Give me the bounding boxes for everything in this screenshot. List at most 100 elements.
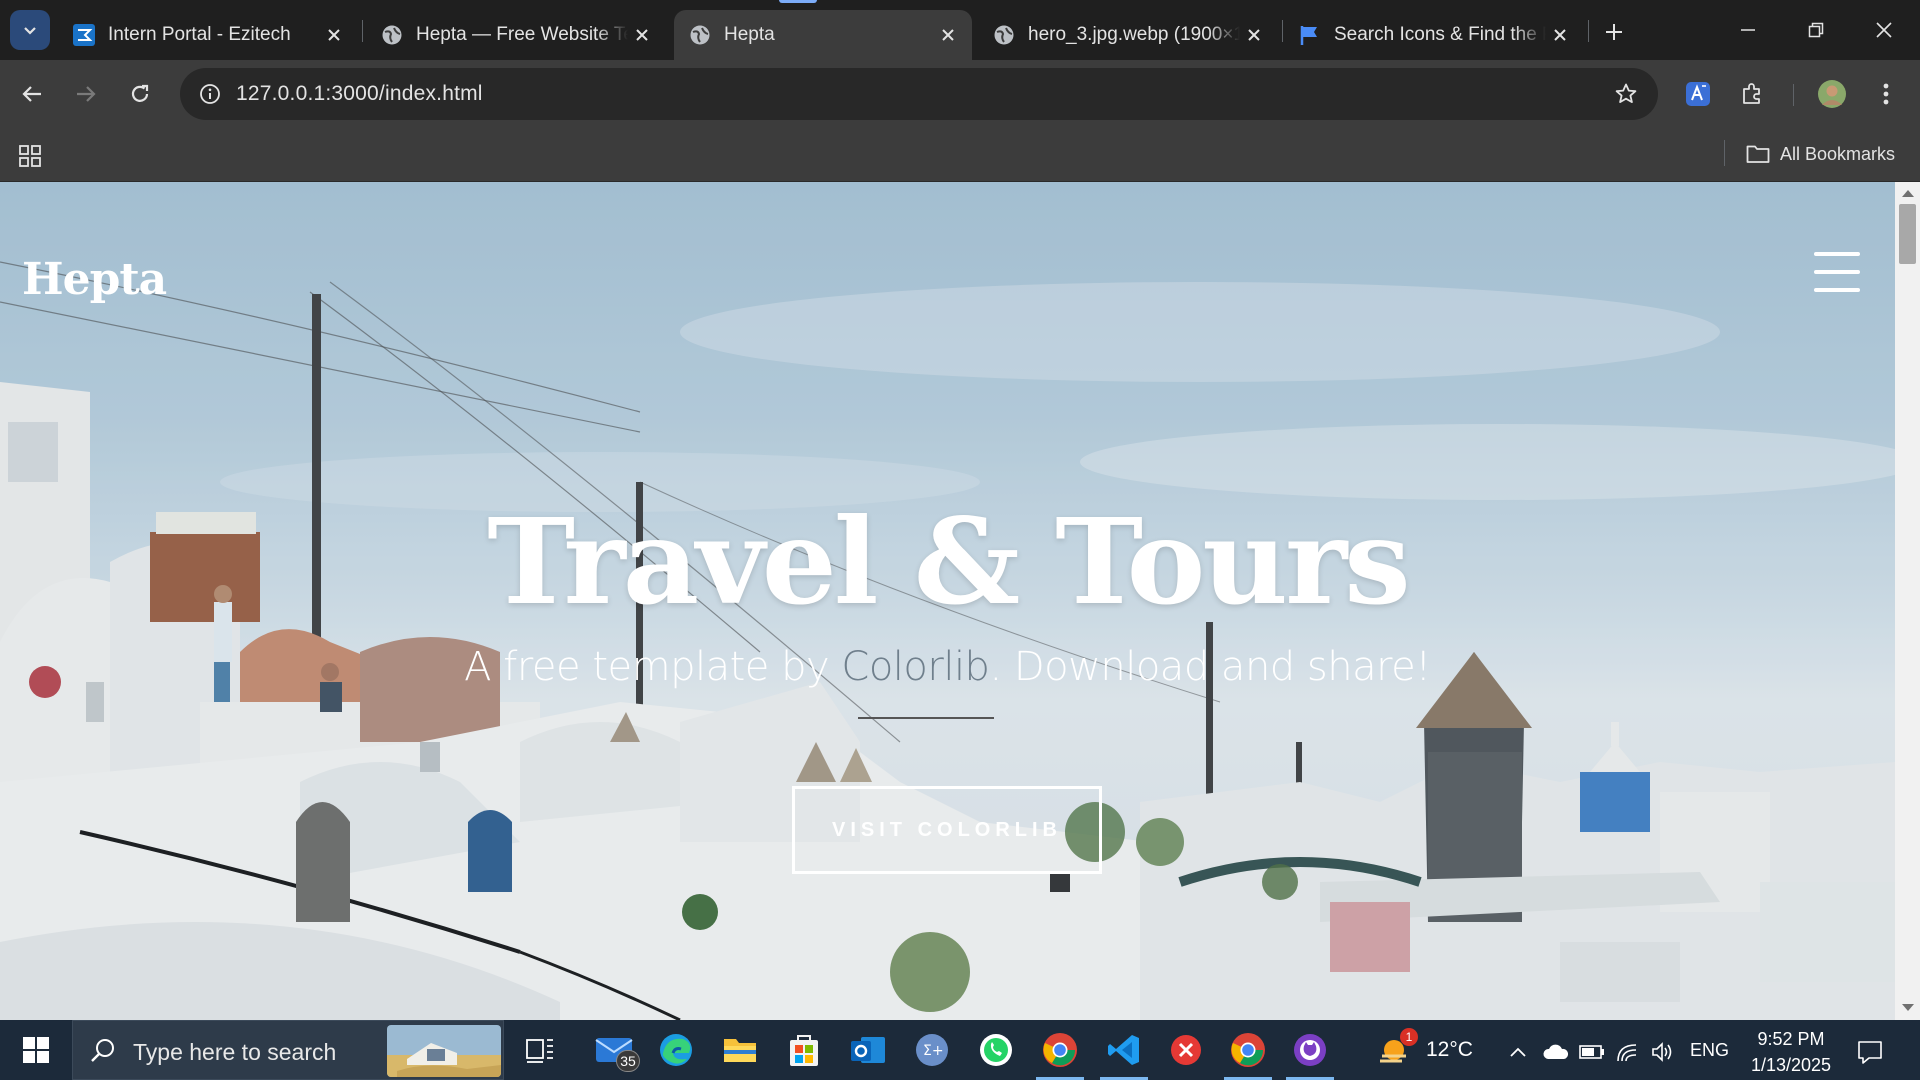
hero-title: Travel & Tours: [487, 492, 1410, 631]
page-scrollbar[interactable]: [1895, 182, 1920, 1020]
mail-app-icon[interactable]: 35: [586, 1026, 642, 1074]
whatsapp-icon[interactable]: [968, 1026, 1024, 1074]
globe-icon: [688, 23, 712, 47]
weather-widget[interactable]: 1 12°C: [1376, 1020, 1473, 1080]
browser-toolbar: 127.0.0.1:3000/index.html: [0, 60, 1920, 128]
folder-icon: [1746, 145, 1770, 163]
file-explorer-icon[interactable]: [712, 1026, 768, 1074]
tab-hepta-free-website[interactable]: Hepta — Free Website Te: [366, 10, 666, 60]
hero-subtitle-prefix: A free template by: [464, 644, 842, 690]
globe-icon: [380, 23, 404, 47]
math-app-icon[interactable]: Σ+: [904, 1026, 960, 1074]
close-window-button[interactable]: [1850, 0, 1918, 60]
back-button[interactable]: [12, 74, 52, 114]
page-viewport: Hepta Travel & Tours A free template by …: [0, 182, 1920, 1020]
tab-strip: Intern Portal - Ezitech Hepta — Free Web…: [0, 0, 1920, 60]
tab-title: hero_3.jpg.webp (1900×1: [1028, 24, 1240, 45]
all-bookmarks-label: All Bookmarks: [1780, 143, 1896, 164]
start-button[interactable]: [0, 1020, 72, 1080]
all-bookmarks-button[interactable]: All Bookmarks: [1746, 138, 1895, 170]
ezitech-favicon: [72, 23, 96, 47]
vscode-icon[interactable]: [1096, 1026, 1152, 1080]
apps-grid-icon[interactable]: [14, 140, 46, 172]
hero-subtitle: A free template by Colorlib. Download an…: [0, 644, 1895, 690]
tab-intern-portal[interactable]: Intern Portal - Ezitech: [58, 10, 358, 60]
microsoft-store-icon[interactable]: [776, 1026, 832, 1074]
tab-hepta[interactable]: Hepta: [674, 10, 972, 60]
new-tab-button[interactable]: [1596, 14, 1632, 50]
arrow-left-icon: [22, 86, 41, 102]
minimize-icon: [1741, 29, 1755, 31]
edge-browser-icon[interactable]: [648, 1026, 704, 1074]
clock-time: 9:52 PM: [1757, 1029, 1825, 1049]
volume-icon[interactable]: [1648, 1038, 1676, 1066]
outlook-icon[interactable]: [840, 1026, 896, 1074]
minimize-button[interactable]: [1714, 0, 1782, 60]
globe-icon: [992, 23, 1016, 47]
site-info-icon[interactable]: [192, 76, 228, 112]
onedrive-cloud-icon[interactable]: [1542, 1038, 1570, 1066]
task-view-icon[interactable]: [512, 1026, 568, 1074]
notification-center-icon[interactable]: [1852, 1034, 1888, 1070]
restore-icon: [1808, 22, 1824, 38]
taskbar-search-box[interactable]: Type here to search: [72, 1020, 504, 1080]
profile-avatar[interactable]: [1812, 74, 1852, 114]
xmind-app-icon[interactable]: [1158, 1026, 1214, 1074]
close-icon[interactable]: [934, 21, 962, 49]
language-indicator[interactable]: ENG: [1690, 1040, 1729, 1061]
restore-button[interactable]: [1782, 0, 1850, 60]
chevron-down-icon: [24, 27, 36, 35]
search-placeholder: Type here to search: [133, 1039, 337, 1065]
forward-button[interactable]: [66, 74, 106, 114]
close-icon[interactable]: [320, 21, 348, 49]
tab-search-icons[interactable]: Search Icons & Find the P: [1284, 10, 1584, 60]
site-logo[interactable]: Hepta: [22, 254, 167, 305]
hero-divider: [858, 717, 994, 719]
chrome-profile-icon[interactable]: [1220, 1026, 1276, 1080]
windows-taskbar: Type here to search 35 Σ+ 1 12°C ENG 9:5…: [0, 1020, 1920, 1080]
colorlib-link[interactable]: Colorlib: [841, 644, 990, 690]
address-bar[interactable]: 127.0.0.1:3000/index.html: [180, 68, 1658, 120]
tab-search-button[interactable]: [10, 10, 50, 50]
reload-button[interactable]: [120, 74, 160, 114]
bookmark-star-icon[interactable]: [1608, 76, 1644, 112]
tab-hero-image[interactable]: hero_3.jpg.webp (1900×1: [978, 10, 1278, 60]
reload-icon: [131, 84, 149, 102]
tab-title: Search Icons & Find the P: [1334, 24, 1546, 45]
toolbar-divider: [1793, 84, 1794, 106]
tab-separator: [362, 20, 363, 42]
tab-active-indicator: [779, 0, 817, 3]
scroll-up-arrow-icon[interactable]: [1902, 190, 1914, 197]
close-icon[interactable]: [1240, 21, 1268, 49]
system-clock[interactable]: 9:52 PM 1/13/2025: [1736, 1026, 1846, 1078]
temperature-text: 12°C: [1426, 1038, 1473, 1061]
github-desktop-icon[interactable]: [1282, 1026, 1338, 1080]
arrow-right-icon: [77, 86, 96, 102]
close-icon: [1876, 22, 1892, 38]
wifi-icon[interactable]: [1614, 1038, 1642, 1066]
close-icon[interactable]: [628, 21, 656, 49]
flag-favicon: [1298, 23, 1322, 47]
bookmarks-bar: All Bookmarks: [0, 128, 1920, 182]
hamburger-menu-icon[interactable]: [1814, 252, 1862, 296]
scroll-down-arrow-icon[interactable]: [1902, 1004, 1914, 1011]
battery-icon[interactable]: [1578, 1038, 1606, 1066]
scrollbar-thumb[interactable]: [1899, 204, 1916, 264]
search-highlight-image: [387, 1025, 501, 1077]
hero-section: Hepta Travel & Tours A free template by …: [0, 182, 1895, 1020]
visit-colorlib-button[interactable]: VISIT COLORLIB: [792, 786, 1102, 874]
extensions-puzzle-icon[interactable]: [1732, 74, 1772, 114]
tab-title: Hepta — Free Website Te: [416, 24, 628, 45]
translate-extension-icon[interactable]: [1678, 74, 1718, 114]
bookmarks-divider: [1724, 140, 1725, 166]
browser-menu-icon[interactable]: [1866, 74, 1906, 114]
tab-title: Intern Portal - Ezitech: [108, 24, 291, 45]
weather-sun-icon: 1: [1376, 1028, 1418, 1070]
close-icon[interactable]: [1546, 21, 1574, 49]
svg-text:Σ+: Σ+: [923, 1043, 944, 1059]
show-hidden-icons-chevron-icon[interactable]: [1504, 1038, 1532, 1066]
search-icon: [91, 1039, 114, 1062]
url-text[interactable]: 127.0.0.1:3000/index.html: [236, 82, 483, 106]
chrome-taskbar-icon[interactable]: [1032, 1026, 1088, 1080]
windows-logo-icon: [23, 1037, 49, 1063]
